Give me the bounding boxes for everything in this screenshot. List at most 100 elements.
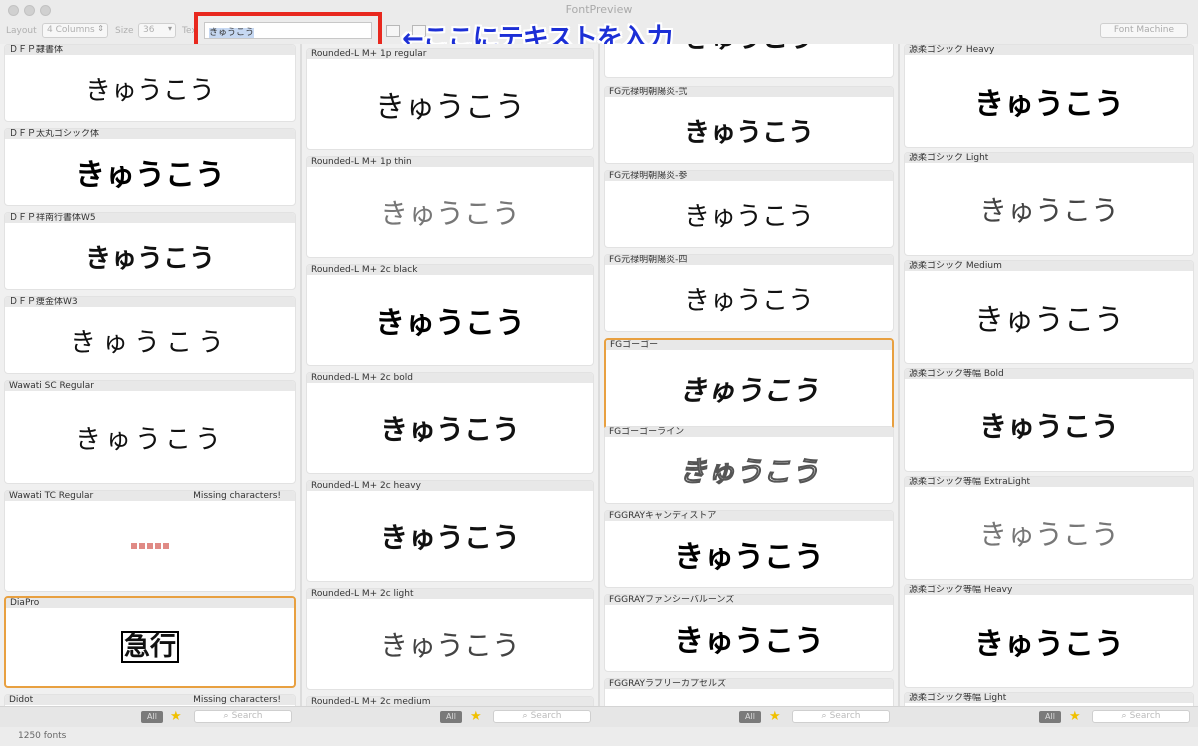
font-cell[interactable]: 源柔ゴシック等幅 Light: [904, 692, 1194, 706]
search-placeholder: Search: [530, 711, 562, 721]
star-icon[interactable]: ★: [769, 709, 781, 724]
font-name: FG元禄明朝陽炎-弐: [605, 87, 893, 97]
column-3-filter-bar: All ★ ⌕ Search: [598, 706, 898, 727]
font-cell[interactable]: Rounded-L M+ 2c light きゅうこう: [306, 588, 594, 690]
font-cell[interactable]: 源柔ゴシック等幅 ExtraLight きゅうこう: [904, 476, 1194, 580]
font-sample: きゅうこう: [674, 624, 824, 659]
font-sample: きゅうこう: [75, 158, 225, 193]
font-cell[interactable]: Rounded-L M+ 1p thin きゅうこう: [306, 156, 594, 258]
layout-value: 4 Columns: [47, 25, 95, 35]
font-cell[interactable]: Rounded-L M+ 1p regular きゅうこう: [306, 48, 594, 150]
font-column-1[interactable]: ＤＦＰ隷書体 きゅうこう ＤＦＰ太丸ゴシック体 きゅうこう ＤＦＰ祥南行書体W5…: [0, 44, 300, 706]
font-cell[interactable]: FG元禄明朝陽炎-参 きゅうこう: [604, 170, 894, 248]
size-value: 36: [143, 25, 155, 35]
font-cell-selected[interactable]: FGゴーゴー きゅうこう: [604, 338, 894, 430]
font-sample: きゅうこう: [379, 629, 520, 662]
search-field[interactable]: ⌕ Search: [792, 710, 890, 723]
font-cell[interactable]: Rounded-L M+ 2c heavy きゅうこう: [306, 480, 594, 582]
font-name-row: Didot Missing characters!: [5, 695, 295, 705]
layout-popup[interactable]: 4 Columns ⇕: [42, 23, 108, 38]
font-name: 源柔ゴシック Heavy: [905, 45, 1193, 55]
font-name: Rounded-L M+ 1p thin: [307, 157, 593, 167]
font-cell[interactable]: 源柔ゴシック Medium きゅうこう: [904, 260, 1194, 364]
font-name: 源柔ゴシック等幅 Heavy: [905, 585, 1193, 595]
font-name: Wawati TC Regular: [9, 491, 94, 501]
font-column-2[interactable]: Rounded-L M+ 1p regular きゅうこう Rounded-L …: [302, 44, 598, 706]
font-cell[interactable]: Wawati SC Regular きゅうこう: [4, 380, 296, 484]
search-field[interactable]: ⌕ Search: [194, 710, 292, 723]
font-cell[interactable]: 源柔ゴシック Light きゅうこう: [904, 152, 1194, 256]
font-machine-button[interactable]: Font Machine: [1100, 23, 1188, 38]
font-name: 源柔ゴシック等幅 Bold: [905, 369, 1193, 379]
layout-label: Layout: [6, 26, 37, 36]
toggle-button-1[interactable]: [386, 25, 400, 37]
font-cell[interactable]: きゅうこう: [604, 44, 894, 78]
font-sample: きゅうこう: [84, 75, 215, 106]
search-placeholder: Search: [829, 711, 861, 721]
search-icon: ⌕: [223, 711, 229, 721]
column-2-filter-bar: All ★ ⌕ Search: [300, 706, 598, 727]
size-label: Size: [115, 26, 134, 36]
font-cell[interactable]: Rounded-L M+ 2c medium: [306, 696, 594, 706]
search-icon: ⌕: [821, 711, 827, 721]
font-cell[interactable]: ＤＦＰ祥南行書体W5 きゅうこう: [4, 212, 296, 290]
font-cell[interactable]: Rounded-L M+ 2c black きゅうこう: [306, 264, 594, 366]
font-sample: きゅうこう: [84, 243, 215, 274]
font-sample: きゅうこう: [974, 627, 1124, 662]
stepper-icon: ⇕: [97, 24, 104, 33]
font-cell[interactable]: 源柔ゴシック等幅 Heavy きゅうこう: [904, 584, 1194, 688]
all-filter-button[interactable]: All: [1039, 711, 1061, 723]
font-column-4[interactable]: 源柔ゴシック Heavy きゅうこう 源柔ゴシック Light きゅうこう 源柔…: [900, 44, 1198, 706]
font-name: Rounded-L M+ 2c heavy: [307, 481, 593, 491]
star-icon[interactable]: ★: [470, 709, 482, 724]
font-cell[interactable]: Wawati TC Regular Missing characters!: [4, 490, 296, 592]
search-placeholder: Search: [231, 711, 263, 721]
search-field[interactable]: ⌕ Search: [1092, 710, 1190, 723]
font-cell[interactable]: ＤＦＰ隷書体 きゅうこう: [4, 44, 296, 122]
font-cell[interactable]: 源柔ゴシック等幅 Bold きゅうこう: [904, 368, 1194, 472]
chevron-down-icon: ▾: [167, 24, 172, 33]
search-icon: ⌕: [522, 711, 528, 721]
font-cell[interactable]: FG元禄明朝陽炎-弐 きゅうこう: [604, 86, 894, 164]
font-name: Rounded-L M+ 1p regular: [307, 49, 593, 59]
font-cell[interactable]: FGゴーゴーライン きゅうこう: [604, 426, 894, 504]
font-cell[interactable]: ＤＦＰ痩金体W3 きゅうこう: [4, 296, 296, 374]
font-cell[interactable]: ＤＦＰ太丸ゴシック体 きゅうこう: [4, 128, 296, 206]
font-name: FGGRAYラブリーカプセルズ: [605, 679, 893, 689]
font-name: ＤＦＰ太丸ゴシック体: [5, 129, 295, 139]
column-1-filter-bar: All ★ ⌕ Search: [0, 706, 300, 727]
font-sample: きゅうこう: [683, 117, 814, 148]
font-name: FGゴーゴー: [606, 340, 892, 350]
size-combo[interactable]: 36 ▾: [138, 23, 176, 38]
font-name: FG元禄明朝陽炎-四: [605, 255, 893, 265]
font-sample: きゅうこう: [683, 285, 814, 316]
all-filter-button[interactable]: All: [440, 711, 462, 723]
star-icon[interactable]: ★: [1069, 709, 1081, 724]
font-column-3[interactable]: きゅうこう FG元禄明朝陽炎-弐 きゅうこう FG元禄明朝陽炎-参 きゅうこう …: [600, 44, 898, 706]
font-name: 源柔ゴシック Light: [905, 153, 1193, 163]
window-title: FontPreview: [565, 3, 633, 16]
font-cell[interactable]: FGGRAYファンシーバルーンズ きゅうこう: [604, 594, 894, 672]
font-cell-selected[interactable]: DiaPro 急行: [4, 596, 296, 688]
font-cell[interactable]: FGGRAYキャンディストア きゅうこう: [604, 510, 894, 588]
font-name: Wawati SC Regular: [5, 381, 295, 391]
all-filter-button[interactable]: All: [739, 711, 761, 723]
font-sample: きゅうこう: [375, 306, 525, 341]
search-icon: ⌕: [1121, 711, 1127, 721]
font-name: DiaPro: [6, 598, 294, 608]
font-cell[interactable]: FGGRAYラブリーカプセルズ: [604, 678, 894, 706]
title-bar: FontPreview: [0, 0, 1198, 20]
font-cell[interactable]: Didot Missing characters!: [4, 694, 296, 706]
font-name: ＤＦＰ隷書体: [5, 45, 295, 55]
all-filter-button[interactable]: All: [141, 711, 163, 723]
font-name: ＤＦＰ痩金体W3: [5, 297, 295, 307]
font-cell[interactable]: FG元禄明朝陽炎-四 きゅうこう: [604, 254, 894, 332]
font-name: FGGRAYキャンディストア: [605, 511, 893, 521]
font-sample: きゅうこう: [69, 327, 230, 358]
font-sample: きゅうこう: [74, 424, 225, 455]
font-sample: きゅうこう: [683, 201, 814, 232]
font-cell[interactable]: 源柔ゴシック Heavy きゅうこう: [904, 44, 1194, 148]
star-icon[interactable]: ★: [170, 709, 182, 724]
font-cell[interactable]: Rounded-L M+ 2c bold きゅうこう: [306, 372, 594, 474]
search-field[interactable]: ⌕ Search: [493, 710, 591, 723]
